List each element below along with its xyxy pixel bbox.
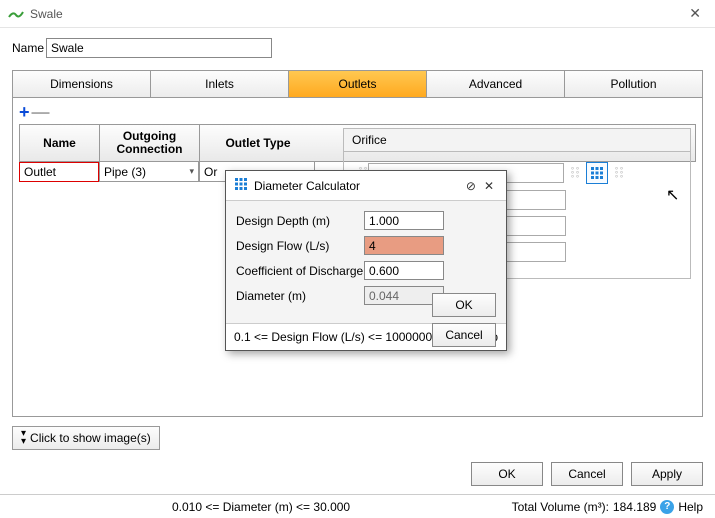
col-name: Name xyxy=(20,125,100,161)
drag-dots-icon: ∘∘∘∘∘∘ xyxy=(614,167,624,179)
window-title: Swale xyxy=(30,7,683,21)
app-icon xyxy=(8,6,24,22)
dialog-title: Diameter Calculator xyxy=(254,179,462,193)
remove-icon[interactable]: — xyxy=(32,104,50,120)
calculator-icon xyxy=(590,166,604,180)
chevron-down-icon: ▾▾ xyxy=(21,430,26,446)
tabs: Dimensions Inlets Outlets Advanced Pollu… xyxy=(12,70,703,97)
tab-advanced[interactable]: Advanced xyxy=(427,71,565,97)
status-volume-value: 184.189 xyxy=(613,500,656,514)
dialog-ok-button[interactable]: OK xyxy=(432,293,496,317)
chevron-down-icon[interactable]: ▾ xyxy=(189,166,194,177)
design-flow-label: Design Flow (L/s) xyxy=(236,239,364,253)
cell-connection[interactable]: Pipe (3) ▾ xyxy=(99,162,199,182)
tab-outlets[interactable]: Outlets xyxy=(289,71,427,97)
help-icon[interactable]: ? xyxy=(660,500,674,514)
diameter-calculator-dialog: Diameter Calculator ⊘ ✕ Design Depth (m)… xyxy=(225,170,507,351)
close-icon[interactable]: ✕ xyxy=(480,179,498,193)
status-range: 0.010 <= Diameter (m) <= 30.000 xyxy=(172,500,350,514)
col-connection: Outgoing Connection xyxy=(100,125,200,161)
status-bar: 0.010 <= Diameter (m) <= 30.000 Total Vo… xyxy=(0,494,715,518)
tab-pollution[interactable]: Pollution xyxy=(565,71,702,97)
close-icon[interactable]: ✕ xyxy=(683,3,707,24)
design-flow-input[interactable] xyxy=(364,236,444,255)
name-input[interactable] xyxy=(46,38,272,58)
apply-button[interactable]: Apply xyxy=(631,462,703,486)
diameter-calculator-button[interactable] xyxy=(586,162,608,184)
drag-dots-icon: ∘∘∘∘∘∘ xyxy=(570,167,580,179)
cancel-button[interactable]: Cancel xyxy=(551,462,623,486)
group-legend: Orifice xyxy=(344,129,690,152)
tab-dimensions[interactable]: Dimensions xyxy=(13,71,151,97)
design-depth-input[interactable] xyxy=(364,211,444,230)
titlebar: Swale ✕ xyxy=(0,0,715,28)
design-depth-label: Design Depth (m) xyxy=(236,214,364,228)
diameter-label: Diameter (m) xyxy=(236,289,364,303)
dialog-range-text: 0.1 <= Design Flow (L/s) <= 1000000.0 xyxy=(234,330,442,344)
pin-icon[interactable]: ⊘ xyxy=(462,179,480,193)
tab-inlets[interactable]: Inlets xyxy=(151,71,289,97)
name-label: Name xyxy=(12,41,46,55)
add-icon[interactable]: + xyxy=(19,104,30,120)
cell-name[interactable]: Outlet xyxy=(19,162,99,182)
col-type: Outlet Type xyxy=(200,125,316,161)
status-help-link[interactable]: Help xyxy=(678,500,703,514)
show-images-button[interactable]: ▾▾ Click to show image(s) xyxy=(12,426,160,450)
coefficient-input[interactable] xyxy=(364,261,444,280)
ok-button[interactable]: OK xyxy=(471,462,543,486)
coefficient-label: Coefficient of Discharge xyxy=(236,264,364,278)
calculator-icon xyxy=(234,177,248,194)
status-volume-label: Total Volume (m³): xyxy=(512,500,609,514)
dialog-cancel-button[interactable]: Cancel xyxy=(432,323,496,347)
